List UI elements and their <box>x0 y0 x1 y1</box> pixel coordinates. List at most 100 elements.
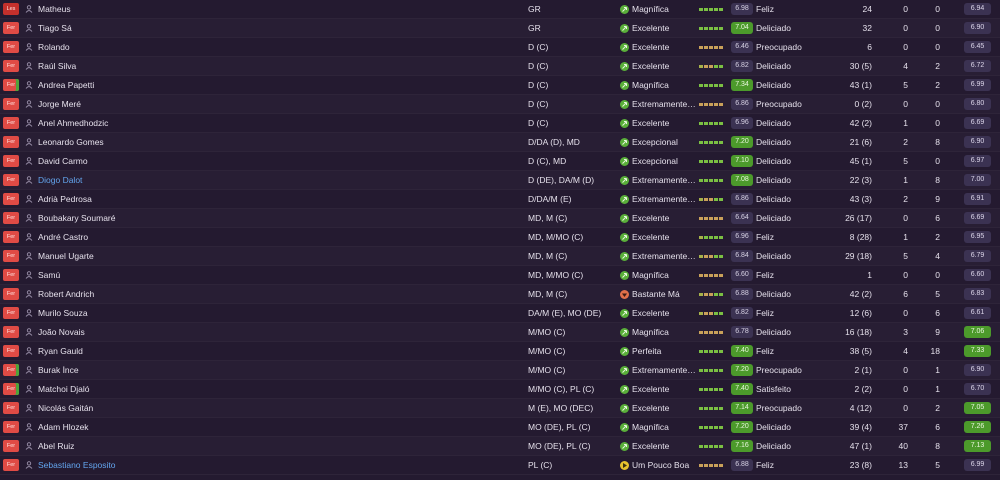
player-row[interactable]: Fer Tiago Sá GR Excelente 7.04 Deliciado 32 0 0 6… <box>0 19 1000 38</box>
player-row[interactable]: Fer Adam Hlozek MO (DE), PL (C) Magnífica 7.… <box>0 418 1000 437</box>
player-row[interactable]: Fer Adrià Pedrosa D/DA/M (E) Extremamente… 6… <box>0 190 1000 209</box>
status-badge[interactable]: Fer <box>3 383 19 395</box>
status-badge[interactable]: Fer <box>3 155 19 167</box>
average-rating-badge: 7.26 <box>964 421 991 433</box>
form-segment <box>714 27 718 30</box>
status-badge[interactable]: Fer <box>3 440 19 452</box>
average-rating-badge: 6.91 <box>964 193 991 205</box>
player-name[interactable]: Andrea Papetti <box>38 76 94 95</box>
player-row[interactable]: Fer Raúl Silva D (C) Excelente 6.82 Deliciado… <box>0 57 1000 76</box>
player-row[interactable]: Fer André Castro MD, M/MO (C) Excelente 6.96… <box>0 228 1000 247</box>
player-row[interactable]: Fer Diogo Dalot D (DE), DA/M (D) Extremamen… <box>0 171 1000 190</box>
player-row[interactable]: Fer João Novais M/MO (C) Magnífica 6.78 Delic… <box>0 323 1000 342</box>
form-segment <box>709 388 713 391</box>
status-badge[interactable]: Fer <box>3 41 19 53</box>
player-row[interactable]: Fer Matchoi Djaló M/MO (C), PL (C) Excelent… <box>0 380 1000 399</box>
player-row[interactable]: Fer Anel Ahmedhodzic D (C) Excelente 6.96 Del… <box>0 114 1000 133</box>
player-goals: 1 <box>903 175 908 185</box>
player-row[interactable]: Fer Leonardo Gomes D/DA (D), MD Excepcional… <box>0 133 1000 152</box>
player-name[interactable]: Raúl Silva <box>38 57 76 76</box>
status-badge[interactable]: Fer <box>3 60 19 72</box>
player-name[interactable]: Robert Andrich <box>38 285 94 304</box>
status-badge[interactable]: Fer <box>3 136 19 148</box>
player-name[interactable]: Diogo Dalot <box>38 171 82 190</box>
form-segment <box>714 236 718 239</box>
status-badge[interactable]: Fer <box>3 364 19 376</box>
status-badge[interactable]: Fer <box>3 250 19 262</box>
player-row[interactable]: Fer Rolando D (C) Excelente 6.46 Preocupado 6 0… <box>0 38 1000 57</box>
player-row[interactable]: Fer Boubakary Soumaré MD, M (C) Excelente 6.… <box>0 209 1000 228</box>
player-name[interactable]: Adrià Pedrosa <box>38 190 92 209</box>
status-badge[interactable]: Fer <box>3 307 19 319</box>
player-name[interactable]: Matheus <box>38 0 71 19</box>
player-row[interactable]: Fer David Carmo D (C), MD Excepcional 7.10 De… <box>0 152 1000 171</box>
player-name[interactable]: Abel Ruiz <box>38 437 74 456</box>
player-name[interactable]: Rolando <box>38 38 70 57</box>
player-row[interactable]: Fer Murilo Souza DA/M (E), MO (DE) Excelent… <box>0 304 1000 323</box>
player-row[interactable]: Fer Jorge Meré D (C) Extremamente… 6.86 Preoc… <box>0 95 1000 114</box>
player-name[interactable]: Burak İnce <box>38 361 79 380</box>
form-segment <box>699 65 703 68</box>
player-name[interactable]: Murilo Souza <box>38 304 88 323</box>
status-badge[interactable]: Fer <box>3 98 19 110</box>
player-row[interactable]: Fer Manuel Ugarte MD, M (C) Extremamente… 6.… <box>0 247 1000 266</box>
form-segment <box>714 179 718 182</box>
status-badge[interactable]: Fer <box>3 193 19 205</box>
player-goals: 0 <box>903 4 908 14</box>
arrow-up-icon <box>620 328 629 337</box>
player-name[interactable]: Boubakary Soumaré <box>38 209 116 228</box>
player-assists: 6 <box>935 422 940 432</box>
player-row[interactable]: Fer Burak İnce M/MO (C) Extremamente… 7.20 Pr… <box>0 361 1000 380</box>
player-assists: 8 <box>935 137 940 147</box>
player-assists: 6 <box>935 213 940 223</box>
status-badge[interactable]: Fer <box>3 459 19 471</box>
status-badge[interactable]: Fer <box>3 79 19 91</box>
player-row[interactable]: Fer Sebastiano Esposito PL (C) Um Pouco Boa… <box>0 456 1000 475</box>
player-name[interactable]: Sebastiano Esposito <box>38 456 116 475</box>
status-badge[interactable]: Fer <box>3 22 19 34</box>
player-row[interactable]: Fer Nicolás Gaitán M (E), MO (DEC) Excelent… <box>0 399 1000 418</box>
form-segment <box>709 293 713 296</box>
player-name[interactable]: Ryan Gauld <box>38 342 83 361</box>
player-name[interactable]: Leonardo Gomes <box>38 133 104 152</box>
average-rating-badge: 6.79 <box>964 250 991 262</box>
player-name[interactable]: Adam Hlozek <box>38 418 89 437</box>
player-row[interactable]: Fer Samú MD, M/MO (C) Magnífica 6.60 Feliz 1 0 0… <box>0 266 1000 285</box>
arrow-up-icon <box>620 404 629 413</box>
player-appearances: 21 (6) <box>849 137 872 147</box>
player-row[interactable]: Fer Andrea Papetti D (C) Magnífica 7.34 Delic… <box>0 76 1000 95</box>
player-row[interactable]: Fer Ryan Gauld M/MO (C) Perfeita 7.40 Feliz 38… <box>0 342 1000 361</box>
player-name[interactable]: Jorge Meré <box>38 95 81 114</box>
form-segment <box>704 274 708 277</box>
player-name[interactable]: Anel Ahmedhodzic <box>38 114 108 133</box>
status-badge[interactable]: Fer <box>3 402 19 414</box>
status-badge[interactable]: Fer <box>3 345 19 357</box>
player-name[interactable]: André Castro <box>38 228 88 247</box>
status-badge[interactable]: Fer <box>3 117 19 129</box>
status-badge[interactable]: Fer <box>3 269 19 281</box>
status-badge[interactable]: Fer <box>3 231 19 243</box>
status-badge[interactable]: Fer <box>3 288 19 300</box>
player-condition: Magnífica <box>632 422 669 432</box>
status-badge[interactable]: Fer <box>3 421 19 433</box>
status-badge[interactable]: Fer <box>3 212 19 224</box>
player-assists: 18 <box>930 346 940 356</box>
player-name[interactable]: David Carmo <box>38 152 88 171</box>
player-row[interactable]: Fer Robert Andrich MD, M (C) Bastante Má 6.8… <box>0 285 1000 304</box>
player-name[interactable]: João Novais <box>38 323 85 342</box>
status-badge[interactable]: Fer <box>3 174 19 186</box>
form-segment <box>719 84 723 87</box>
player-row[interactable]: Les Matheus GR Magnífica 6.98 Feliz 24 0 0 6.94 <box>0 0 1000 19</box>
player-name[interactable]: Manuel Ugarte <box>38 247 94 266</box>
player-morale: Preocupado <box>756 403 802 413</box>
status-badge[interactable]: Fer <box>3 326 19 338</box>
player-name[interactable]: Nicolás Gaitán <box>38 399 93 418</box>
player-morale: Deliciado <box>756 80 791 90</box>
player-name[interactable]: Matchoi Djaló <box>38 380 90 399</box>
player-name[interactable]: Tiago Sá <box>38 19 72 38</box>
arrow-up-icon <box>620 24 629 33</box>
player-row[interactable]: Fer Abel Ruiz MO (DE), PL (C) Excelente 7.16… <box>0 437 1000 456</box>
status-badge[interactable]: Les <box>3 3 19 15</box>
player-name[interactable]: Samú <box>38 266 60 285</box>
arrow-up-icon <box>620 271 629 280</box>
